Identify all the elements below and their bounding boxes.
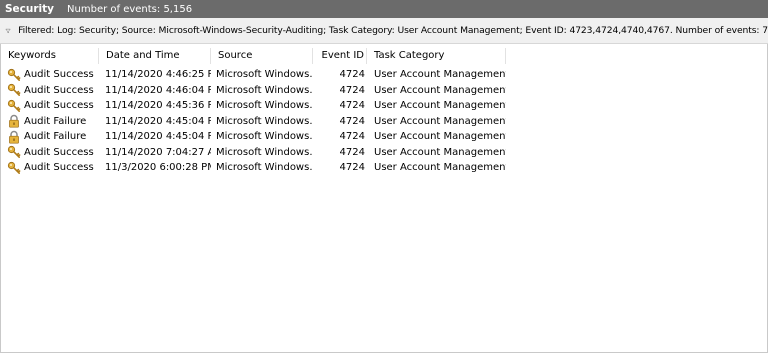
keywords-cell: Audit Success	[1, 99, 99, 113]
lock-icon	[7, 130, 21, 144]
key-icon	[7, 161, 21, 175]
event-id-cell: 4724	[339, 115, 365, 127]
keywords-cell: Audit Success	[1, 145, 99, 159]
source-cell: Microsoft Windows...	[216, 146, 313, 158]
lock-icon	[7, 114, 21, 128]
source-cell: Microsoft Windows...	[216, 131, 313, 143]
keywords-cell: Audit Success	[1, 68, 99, 82]
table-row[interactable]: Audit Failure 11/14/2020 4:45:04 PM Micr…	[1, 114, 506, 130]
keywords-value: Audit Success	[24, 69, 94, 81]
keywords-value: Audit Success	[24, 100, 94, 112]
table-row[interactable]: Audit Success 11/14/2020 7:04:27 AM Micr…	[1, 145, 506, 161]
task-category-cell: User Account Management	[374, 162, 506, 174]
log-title-bar: Security Number of events: 5,156	[0, 0, 768, 18]
keywords-value: Audit Success	[24, 162, 94, 174]
filter-bar: Filtered: Log: Security; Source: Microso…	[0, 18, 768, 44]
column-header-date-time[interactable]: Date and Time	[99, 48, 211, 64]
task-category-cell: User Account Management	[374, 84, 506, 96]
table-row[interactable]: Audit Success 11/14/2020 4:45:36 PM Micr…	[1, 98, 506, 114]
date-time-cell: 11/14/2020 4:45:36 PM	[105, 100, 211, 112]
date-time-cell: 11/14/2020 4:46:04 PM	[105, 84, 211, 96]
keywords-cell: Audit Success	[1, 83, 99, 97]
source-cell: Microsoft Windows...	[216, 69, 313, 81]
event-id-cell: 4724	[339, 84, 365, 96]
task-category-cell: User Account Management	[374, 115, 506, 127]
column-header-task-category[interactable]: Task Category	[367, 48, 506, 64]
date-time-cell: 11/14/2020 4:45:04 PM	[105, 131, 211, 143]
key-icon	[7, 68, 21, 82]
source-cell: Microsoft Windows...	[216, 100, 313, 112]
date-time-cell: 11/14/2020 7:04:27 AM	[105, 146, 211, 158]
event-id-cell: 4724	[339, 162, 365, 174]
date-time-cell: 11/14/2020 4:45:04 PM	[105, 115, 211, 127]
table-row[interactable]: Audit Success 11/3/2020 6:00:28 PM Micro…	[1, 160, 506, 176]
column-header-event-id[interactable]: Event ID	[313, 48, 367, 64]
keywords-cell: Audit Failure	[1, 130, 99, 144]
filter-description: Filtered: Log: Security; Source: Microso…	[18, 25, 768, 36]
source-cell: Microsoft Windows...	[216, 84, 313, 96]
keywords-cell: Audit Success	[1, 161, 99, 175]
column-header-row: Keywords Date and Time Source Event ID T…	[1, 48, 506, 64]
key-icon	[7, 83, 21, 97]
event-id-cell: 4724	[339, 100, 365, 112]
table-row[interactable]: Audit Success 11/14/2020 4:46:04 PM Micr…	[1, 83, 506, 99]
key-icon	[7, 99, 21, 113]
task-category-cell: User Account Management	[374, 146, 506, 158]
key-icon	[7, 145, 21, 159]
keywords-value: Audit Failure	[24, 115, 87, 127]
event-id-cell: 4724	[339, 131, 365, 143]
keywords-value: Audit Success	[24, 146, 94, 158]
keywords-value: Audit Failure	[24, 131, 87, 143]
event-count: Number of events: 5,156	[67, 3, 193, 15]
table-row[interactable]: Audit Failure 11/14/2020 4:45:04 PM Micr…	[1, 129, 506, 145]
funnel-icon	[5, 28, 11, 33]
event-id-cell: 4724	[339, 69, 365, 81]
keywords-value: Audit Success	[24, 84, 94, 96]
task-category-cell: User Account Management	[374, 100, 506, 112]
task-category-cell: User Account Management	[374, 69, 506, 81]
keywords-cell: Audit Failure	[1, 114, 99, 128]
table-row[interactable]: Audit Success 11/14/2020 4:46:25 PM Micr…	[1, 67, 506, 83]
column-header-keywords[interactable]: Keywords	[1, 48, 99, 64]
task-category-cell: User Account Management	[374, 131, 506, 143]
date-time-cell: 11/14/2020 4:46:25 PM	[105, 69, 211, 81]
date-time-cell: 11/3/2020 6:00:28 PM	[105, 162, 211, 174]
source-cell: Microsoft Windows...	[216, 162, 313, 174]
source-cell: Microsoft Windows...	[216, 115, 313, 127]
event-rows: Audit Success 11/14/2020 4:46:25 PM Micr…	[1, 67, 506, 176]
event-id-cell: 4724	[339, 146, 365, 158]
column-header-source[interactable]: Source	[211, 48, 313, 64]
log-name: Security	[5, 3, 55, 15]
events-table: Keywords Date and Time Source Event ID T…	[0, 44, 768, 353]
